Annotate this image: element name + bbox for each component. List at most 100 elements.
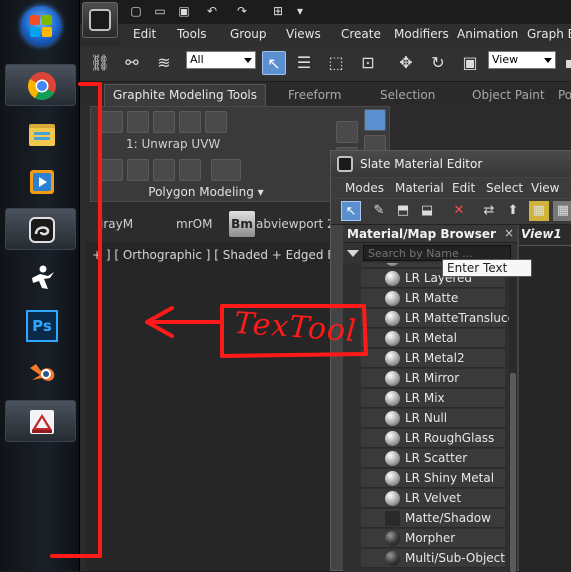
chrome-icon: [28, 72, 56, 100]
menu-create[interactable]: Create: [341, 27, 381, 41]
view1-tab[interactable]: View1: [521, 227, 562, 241]
edge-mode-icon[interactable]: [127, 111, 149, 133]
tab-populate[interactable]: Po: [558, 88, 571, 102]
move-children-icon[interactable]: ⇄: [479, 201, 499, 221]
viewport-label[interactable]: + ] [ Orthographic ] [ Shaded + Edged Fa…: [92, 248, 369, 262]
project-folder-icon[interactable]: ⊞: [270, 4, 286, 18]
open-file-icon[interactable]: ▭: [152, 4, 168, 18]
slate-select-tool-icon[interactable]: ↖: [341, 201, 361, 221]
select-and-rotate-icon[interactable]: ↻: [426, 51, 450, 75]
list-item[interactable]: LR Scatter: [361, 449, 505, 468]
tab-freeform[interactable]: Freeform: [288, 88, 341, 102]
red-app-icon: [30, 410, 54, 434]
slate-menu-material[interactable]: Material: [395, 181, 444, 195]
element-mode-icon[interactable]: [205, 111, 227, 133]
bm-chip-icon[interactable]: Bm: [229, 211, 255, 237]
bind-to-space-warp-icon[interactable]: ≋: [152, 51, 176, 75]
ribbon-tool-1-icon[interactable]: [336, 121, 358, 143]
layout-icon[interactable]: ▦: [553, 201, 571, 221]
list-item[interactable]: Morpher: [361, 529, 505, 548]
pivot-icon[interactable]: ▪: [558, 51, 571, 75]
select-and-link-icon[interactable]: ⛓: [88, 51, 112, 75]
stack-prev-icon[interactable]: [101, 159, 123, 181]
list-item[interactable]: LR Mirror: [361, 369, 505, 388]
menu-edit[interactable]: Edit: [133, 27, 156, 41]
slate-menu-view[interactable]: View: [531, 181, 559, 195]
menu-views[interactable]: Views: [286, 27, 321, 41]
undo-icon[interactable]: ↶: [204, 4, 220, 18]
list-item[interactable]: LR Metal: [361, 329, 505, 348]
taskbar-zbrush-button[interactable]: [5, 256, 76, 298]
list-item[interactable]: LR Velvet: [361, 489, 505, 508]
toggle-command-panel-icon[interactable]: [211, 159, 241, 181]
select-and-move-icon[interactable]: ✥: [394, 51, 418, 75]
eyedropper-icon[interactable]: ✎: [369, 201, 389, 221]
reference-coordinate-dropdown[interactable]: View: [488, 51, 556, 69]
select-by-name-icon[interactable]: ☰: [292, 51, 316, 75]
taskbar-3dsmax-button[interactable]: [5, 208, 76, 250]
stack-next-icon[interactable]: [127, 159, 149, 181]
taskbar-blender-button[interactable]: [5, 352, 76, 394]
assign-to-selection-icon[interactable]: ⬓: [417, 201, 437, 221]
checker-background-icon[interactable]: ▦: [529, 201, 549, 221]
shelf-mrom[interactable]: mrOM: [176, 217, 212, 231]
close-icon[interactable]: ×: [504, 226, 514, 240]
slate-menu-select[interactable]: Select: [486, 181, 523, 195]
hide-unused-icon[interactable]: ⬆: [503, 201, 523, 221]
taskbar-media-button[interactable]: [5, 160, 76, 202]
ribbon-tool-2-icon[interactable]: [364, 109, 386, 131]
list-item[interactable]: LR Null: [361, 409, 505, 428]
modifier-stack-label[interactable]: 1: Unwrap UVW: [126, 137, 220, 151]
list-item[interactable]: LR Shiny Metal: [361, 469, 505, 488]
border-mode-icon[interactable]: [153, 111, 175, 133]
put-to-scene-icon[interactable]: ⬒: [393, 201, 413, 221]
scrollbar[interactable]: [509, 263, 517, 572]
list-item[interactable]: Matte/Shadow: [361, 509, 505, 528]
slate-menu-edit[interactable]: Edit: [452, 181, 475, 195]
menu-graph-editors[interactable]: Graph Ed: [527, 27, 571, 41]
menu-modifiers[interactable]: Modifiers: [394, 27, 449, 41]
list-item[interactable]: LR MatteTranslucent: [361, 309, 517, 328]
node-view-area[interactable]: [519, 245, 571, 572]
select-object-icon[interactable]: ↖: [262, 51, 286, 75]
select-and-scale-icon[interactable]: ▣: [458, 51, 482, 75]
delete-icon[interactable]: ✕: [449, 201, 469, 221]
rectangular-selection-icon[interactable]: ⬚: [324, 51, 348, 75]
qa-dropdown-icon[interactable]: ▾: [292, 4, 308, 18]
browser-options-dropdown-icon[interactable]: [347, 250, 359, 257]
taskbar-red-app-button[interactable]: [5, 400, 76, 442]
shelf-iray[interactable]: irayM: [100, 217, 133, 231]
scrollbar-thumb[interactable]: [510, 373, 516, 572]
polygon-mode-icon[interactable]: [179, 111, 201, 133]
menu-group[interactable]: Group: [230, 27, 267, 41]
stack-first-icon[interactable]: [153, 159, 175, 181]
windows-logo-icon: [30, 15, 52, 37]
stack-last-icon[interactable]: [179, 159, 201, 181]
list-item[interactable]: LR RoughGlass: [361, 429, 505, 448]
taskbar-explorer-button[interactable]: [5, 112, 76, 154]
redo-icon[interactable]: ↷: [234, 4, 250, 18]
tab-selection[interactable]: Selection: [380, 88, 435, 102]
taskbar-photoshop-button[interactable]: Ps: [5, 304, 76, 346]
shelf-abviewport[interactable]: abviewport 2: [256, 217, 335, 231]
slate-menu-modes[interactable]: Modes: [345, 181, 384, 195]
list-item[interactable]: LR Metal2: [361, 349, 505, 368]
save-file-icon[interactable]: ▣: [176, 4, 192, 18]
tab-object-paint[interactable]: Object Paint: [472, 88, 545, 102]
tab-graphite-modeling-tools[interactable]: Graphite Modeling Tools: [104, 84, 267, 106]
list-item[interactable]: LR Mix: [361, 389, 505, 408]
polygon-modeling-label[interactable]: Polygon Modeling ▾: [91, 185, 321, 203]
application-button[interactable]: [82, 2, 118, 38]
menu-tools[interactable]: Tools: [177, 27, 207, 41]
selection-filter-dropdown[interactable]: All: [186, 51, 256, 69]
unlink-icon[interactable]: ⚯: [120, 51, 144, 75]
window-crossing-icon[interactable]: ⊡: [356, 51, 380, 75]
list-item[interactable]: Multi/Sub-Object: [361, 549, 505, 568]
windows-start-button[interactable]: [21, 6, 61, 46]
list-item[interactable]: LR Matte: [361, 289, 505, 308]
taskbar-chrome-button[interactable]: [5, 64, 76, 106]
menu-animation[interactable]: Animation: [457, 27, 518, 41]
vertex-mode-icon[interactable]: [101, 111, 123, 133]
new-file-icon[interactable]: ▢: [128, 4, 144, 18]
slate-title-bar[interactable]: Slate Material Editor: [331, 151, 571, 177]
